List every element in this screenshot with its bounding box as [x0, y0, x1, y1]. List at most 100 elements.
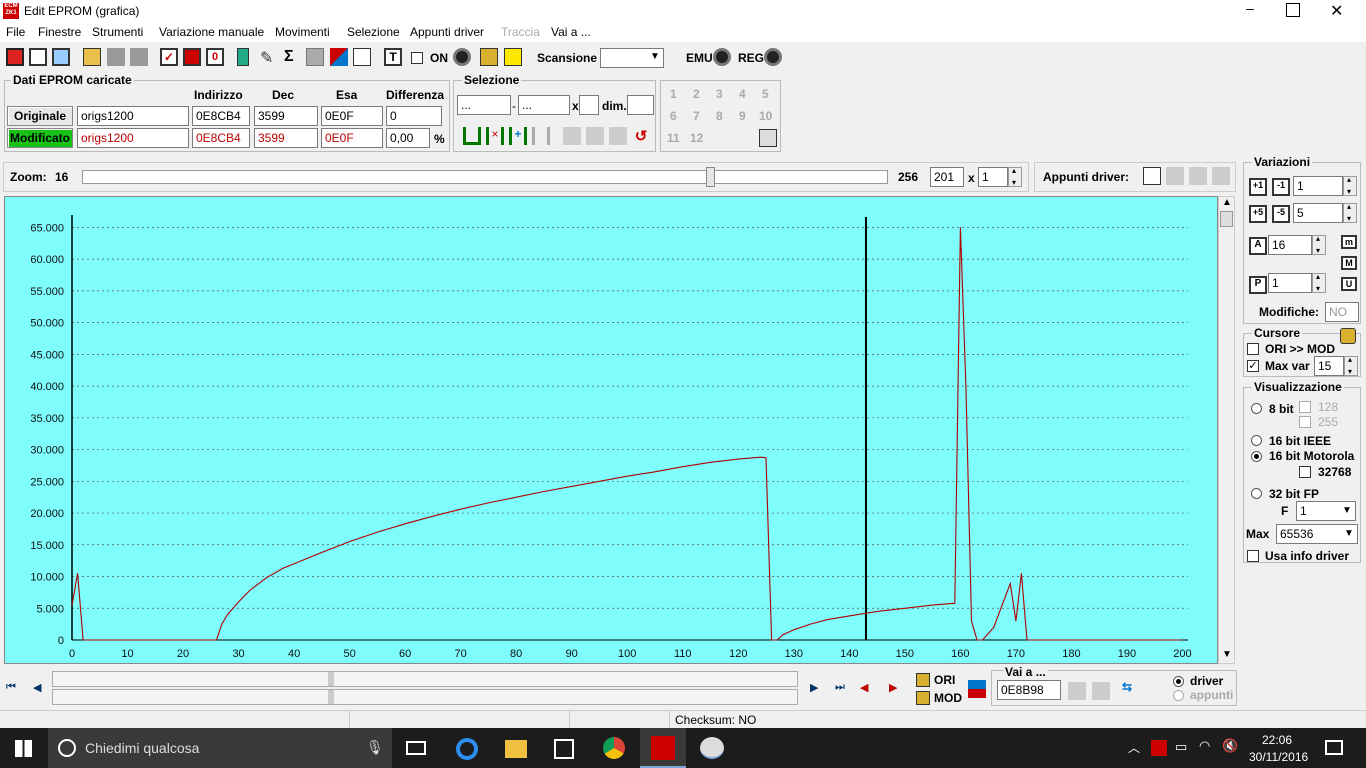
prev-red-icon[interactable]: ◀ — [860, 681, 868, 694]
ori-mod-checkbox[interactable] — [1247, 343, 1259, 355]
plus5-icon[interactable]: +5 — [1249, 205, 1267, 223]
orig-diff-field[interactable]: 0 — [386, 106, 442, 126]
maxvar-field[interactable]: 15 — [1314, 356, 1344, 376]
a-icon[interactable]: A — [1249, 237, 1267, 255]
appunti-paste-icon[interactable] — [1166, 167, 1184, 185]
var2-spinner[interactable] — [1343, 202, 1357, 223]
menu-movimenti[interactable]: Movimenti — [275, 25, 330, 39]
sel-from-field[interactable]: ... — [457, 95, 511, 115]
numpad-11[interactable]: 11 — [667, 131, 680, 145]
chevron-down-icon[interactable]: ▼ — [650, 51, 660, 62]
next-icon[interactable]: ▶ — [810, 681, 818, 694]
print-icon[interactable] — [306, 48, 324, 66]
microphone-icon[interactable]: 🎙 — [366, 739, 384, 756]
h-scroll-2-thumb[interactable] — [328, 690, 334, 704]
tools-icon[interactable]: ✎ — [260, 48, 278, 67]
explorer-icon[interactable] — [505, 740, 527, 758]
zero-icon[interactable]: 0 — [206, 48, 224, 66]
p-icon[interactable]: P — [1249, 276, 1267, 294]
first-icon[interactable]: ⏮ — [6, 681, 16, 694]
paint-icon[interactable] — [700, 737, 724, 759]
ori-label[interactable]: ORI — [934, 673, 955, 687]
run-icon[interactable] — [504, 48, 522, 66]
numpad-7[interactable]: 7 — [693, 109, 700, 123]
paste-sel-icon[interactable] — [586, 127, 604, 145]
maxvar-spinner[interactable] — [1344, 355, 1358, 376]
undo-sel-icon[interactable]: ↺ — [632, 127, 650, 145]
var4-field[interactable]: 1 — [1268, 273, 1312, 293]
save-as-icon[interactable] — [130, 48, 148, 66]
menu-variazione-manuale[interactable]: Variazione manuale — [159, 25, 264, 39]
mod-name-field[interactable]: origs1200 — [77, 128, 189, 148]
menu-strumenti[interactable]: Strumenti — [92, 25, 143, 39]
h-scroll-2[interactable] — [52, 689, 798, 705]
panel-icon[interactable] — [52, 48, 70, 66]
radio-driver[interactable] — [1173, 676, 1184, 687]
menu-appunti-driver[interactable]: Appunti driver — [410, 25, 484, 39]
m-icon[interactable]: m — [1341, 235, 1357, 249]
numpad-2[interactable]: 2 — [693, 87, 700, 101]
notification-icon[interactable] — [1325, 740, 1343, 755]
radio-16bit-ieee[interactable] — [1251, 435, 1262, 446]
minus1-icon[interactable]: -1 — [1272, 178, 1290, 196]
h-scroll-1-thumb[interactable] — [328, 672, 334, 686]
folder-open-icon[interactable] — [83, 48, 101, 66]
tray-chevron-icon[interactable]: ︿ — [1128, 739, 1140, 756]
mod-esa-field[interactable]: 0E0F — [321, 128, 383, 148]
numpad-5[interactable]: 5 — [762, 87, 769, 101]
text-icon[interactable]: T — [384, 48, 402, 66]
numpad-12[interactable]: 12 — [690, 131, 703, 145]
sel-to-field[interactable]: ... — [518, 95, 570, 115]
next-red-icon[interactable]: ▶ — [889, 681, 897, 694]
menu-vai-a[interactable]: Vai a ... — [551, 25, 591, 39]
minimize-icon[interactable]: – — [1240, 0, 1260, 22]
orig-esa-field[interactable]: 0E0F — [321, 106, 383, 126]
plus1-icon[interactable]: +1 — [1249, 178, 1267, 196]
ecm-taskbar-icon[interactable] — [640, 728, 686, 768]
tray-app-icon[interactable] — [1151, 740, 1167, 756]
select-plus-icon[interactable]: + — [509, 127, 527, 145]
task-view-icon[interactable] — [406, 741, 426, 755]
volume-icon[interactable]: 🔇 — [1222, 738, 1238, 754]
radio-32bit-fp[interactable] — [1251, 488, 1262, 499]
orig-name-field[interactable]: origs1200 — [77, 106, 189, 126]
zoom-value-field[interactable]: 201 — [930, 167, 964, 187]
appunti-move-icon[interactable] — [1189, 167, 1207, 185]
numpad-10[interactable]: 10 — [759, 109, 772, 123]
var1-spinner[interactable] — [1343, 175, 1357, 196]
move-sel-icon[interactable] — [609, 127, 627, 145]
copy-sel-icon[interactable] — [563, 127, 581, 145]
swap-icon[interactable] — [968, 680, 986, 698]
clock-time[interactable]: 22:06 — [1262, 733, 1292, 747]
radio-16bit-motorola[interactable] — [1251, 451, 1262, 462]
numpad-8[interactable]: 8 — [716, 109, 723, 123]
maxvar-checkbox[interactable]: ✓ — [1247, 360, 1259, 372]
originale-button[interactable]: Originale — [7, 106, 73, 126]
maximize-icon[interactable] — [1286, 3, 1300, 17]
numpad-9[interactable]: 9 — [739, 109, 746, 123]
scroll-up-icon[interactable]: ▲ — [1222, 197, 1232, 208]
zoom-slider-thumb[interactable] — [706, 167, 715, 187]
var3-spinner[interactable] — [1312, 234, 1326, 255]
orig-addr-field[interactable]: 0E8CB4 — [192, 106, 250, 126]
var3-field[interactable]: 16 — [1268, 235, 1312, 255]
sel-x-field[interactable] — [579, 95, 599, 115]
network-icon[interactable]: ▭ — [1175, 739, 1187, 755]
orig-dec-field[interactable]: 3599 — [254, 106, 318, 126]
var2-field[interactable]: 5 — [1293, 203, 1343, 223]
numpad-1[interactable]: 1 — [670, 87, 677, 101]
mod-lock-icon[interactable] — [916, 691, 930, 705]
transfer-icon[interactable]: ⇆ — [1122, 680, 1140, 698]
zoom-mult-spinner[interactable] — [1008, 166, 1022, 187]
var1-field[interactable]: 1 — [1293, 176, 1343, 196]
chrome-icon[interactable] — [603, 737, 625, 759]
u-icon[interactable]: U — [1341, 277, 1357, 291]
reg-indicator-icon[interactable] — [764, 48, 782, 66]
vai-left-icon[interactable] — [1068, 682, 1086, 700]
mod-dec-field[interactable]: 3599 — [254, 128, 318, 148]
store-icon[interactable] — [554, 739, 574, 759]
calculator-icon[interactable] — [237, 48, 249, 66]
select-all-icon[interactable] — [463, 127, 481, 145]
chart-icon[interactable] — [353, 48, 371, 66]
vai-right-icon[interactable] — [1092, 682, 1110, 700]
